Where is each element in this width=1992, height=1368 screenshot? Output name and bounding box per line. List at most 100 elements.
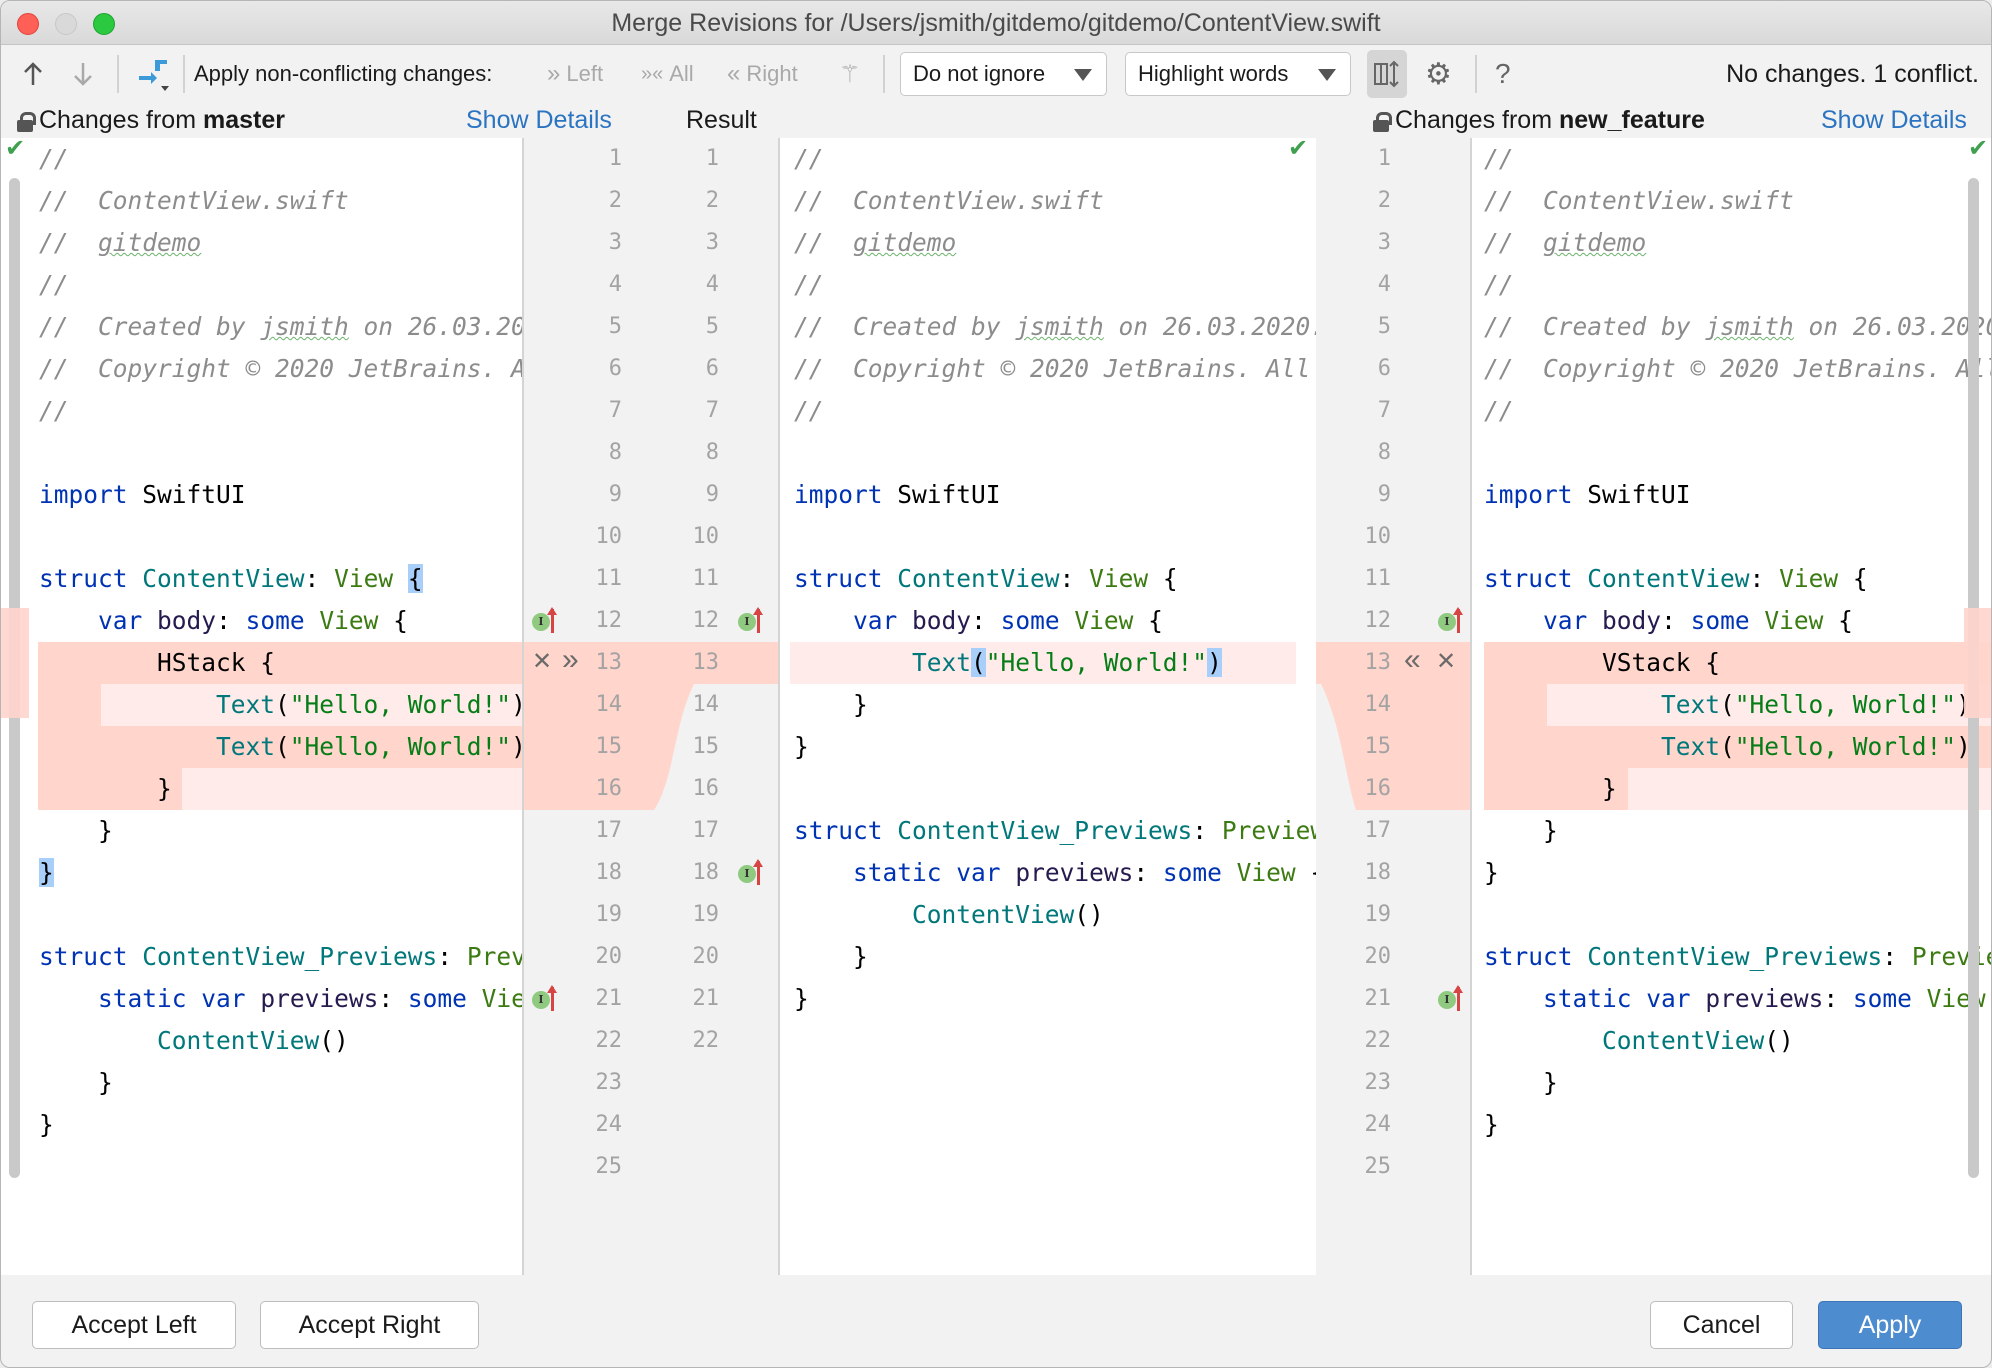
apply-left-change-icon[interactable]: »: [562, 643, 579, 677]
code-line: // Copyright © 2020 JetBrains. All right…: [794, 354, 1311, 383]
override-marker-icon[interactable]: I: [1438, 985, 1466, 1013]
result-line-number: 4: [705, 272, 719, 297]
zoom-window-button[interactable]: [93, 13, 115, 35]
conflict-connector: [524, 642, 778, 810]
accept-left-button[interactable]: Accept Left: [32, 1301, 236, 1349]
result-line-number: 12: [692, 608, 720, 633]
ignore-left-change-icon[interactable]: ✕: [532, 647, 552, 676]
code-line: // Copyright © 2020 JetBrains. All right…: [39, 354, 522, 383]
code-line: ContentView(): [157, 1026, 349, 1055]
apply-left-label: Left: [566, 61, 604, 86]
right-line-number: 7: [1377, 398, 1391, 423]
code-line: }: [794, 942, 868, 971]
left-show-details-link[interactable]: Show Details: [466, 103, 612, 137]
settings-button[interactable]: ⚙: [1425, 47, 1452, 101]
code-line: Text("Hello, World!"): [1661, 690, 1971, 719]
apply-right-button[interactable]: « Right: [727, 47, 798, 101]
result-line-number: 3: [705, 230, 719, 255]
code-line: //: [1484, 270, 1514, 299]
right-branch-name: new_feature: [1558, 105, 1705, 134]
code-line: VStack {: [1484, 648, 1721, 677]
accept-right-button[interactable]: Accept Right: [260, 1301, 479, 1349]
magic-resolve-icon: [139, 60, 169, 91]
code-line: // ContentView.swift: [1484, 186, 1794, 215]
result-line-number: 9: [705, 482, 719, 507]
code-line: Text("Hello, World!"): [216, 690, 522, 719]
left-header-prefix: Changes from: [39, 105, 203, 134]
cancel-button[interactable]: Cancel: [1650, 1301, 1793, 1349]
code-line: var body: some View {: [853, 606, 1163, 635]
left-line-number: 11: [595, 566, 623, 591]
code-line: import SwiftUI: [1484, 480, 1691, 509]
code-line: }: [39, 1068, 113, 1097]
code-line: }: [794, 732, 809, 761]
code-line: Text("Hello, World!"): [1661, 732, 1971, 761]
apply-right-change-icon[interactable]: «: [1404, 643, 1421, 677]
apply-button[interactable]: Apply: [1818, 1301, 1962, 1349]
left-line-number: 18: [595, 860, 623, 885]
code-line: // ContentView.swift: [39, 186, 349, 215]
left-line-number: 24: [595, 1112, 623, 1137]
conflict-connector: [1316, 642, 1470, 810]
code-line: }: [39, 858, 54, 887]
left-line-number: 25: [595, 1154, 623, 1179]
code-line: //: [794, 270, 824, 299]
override-marker-icon[interactable]: I: [738, 607, 766, 635]
code-line: struct ContentView_Previews: PreviewProv…: [39, 942, 522, 971]
result-line-number: 22: [692, 1028, 720, 1053]
resolve-automatically-button[interactable]: [133, 47, 173, 101]
override-marker-icon[interactable]: I: [738, 859, 766, 887]
left-line-number: 19: [595, 902, 623, 927]
override-marker-icon[interactable]: I: [532, 985, 560, 1013]
right-editor[interactable]: // // ContentView.swift // gitdemo // // Cre…: [1472, 138, 1991, 1275]
left-line-number: 14: [595, 692, 623, 717]
right-show-details-link[interactable]: Show Details: [1821, 103, 1967, 137]
apply-right-label: Right: [746, 61, 798, 86]
code-line: // gitdemo: [794, 228, 957, 257]
gear-icon: ⚙: [1425, 57, 1452, 91]
result-line-number: 19: [692, 902, 720, 927]
code-line: //: [39, 396, 69, 425]
code-line: //: [39, 144, 69, 173]
code-line: static var previews: some View {: [1543, 984, 1986, 1013]
no-conflicts-check-icon: ✔: [5, 138, 26, 162]
minimize-window-button[interactable]: [55, 13, 77, 35]
right-line-number: 9: [1377, 482, 1391, 507]
apply-all-button[interactable]: »« All: [641, 47, 694, 101]
result-line-number: 21: [692, 986, 720, 1011]
code-line: }: [1484, 816, 1558, 845]
right-line-number: 19: [1364, 902, 1392, 927]
left-line-number: 6: [608, 356, 622, 381]
left-line-number: 16: [595, 776, 623, 801]
result-line-number: 13: [692, 650, 720, 675]
help-button[interactable]: ?: [1495, 47, 1511, 101]
result-line-number: 17: [692, 818, 720, 843]
code-line: // ContentView.swift: [794, 186, 1104, 215]
code-line: static var previews: some View {: [853, 858, 1316, 887]
left-line-number: 2: [608, 188, 622, 213]
right-line-number: 4: [1377, 272, 1391, 297]
code-line: // Created by jsmith on 26.03.2020.: [794, 312, 1316, 341]
result-editor[interactable]: // // ContentView.swift // gitdemo // // Cre…: [780, 138, 1316, 1275]
ignore-whitespace-dropdown[interactable]: Do not ignore: [900, 52, 1107, 96]
highlight-mode-dropdown[interactable]: Highlight words: [1125, 52, 1351, 96]
sync-scroll-toggle[interactable]: [1367, 50, 1407, 98]
close-window-button[interactable]: [17, 13, 39, 35]
magic-wand-button[interactable]: ⚚: [839, 47, 861, 101]
right-line-number: 17: [1364, 818, 1392, 843]
ignore-right-change-icon[interactable]: ✕: [1436, 647, 1456, 676]
conflict-inner-highlight: [182, 768, 522, 810]
conflict-scroll-marker: [1, 608, 29, 718]
apply-left-button[interactable]: » Left: [547, 47, 603, 101]
left-branch-name: master: [202, 105, 285, 134]
override-marker-icon[interactable]: I: [532, 607, 560, 635]
previous-change-button[interactable]: [19, 47, 47, 101]
override-marker-icon[interactable]: I: [1438, 607, 1466, 635]
right-header-prefix: Changes from: [1395, 105, 1559, 134]
right-line-number: 21: [1364, 986, 1392, 1011]
right-line-number: 16: [1364, 776, 1392, 801]
code-line: var body: some View {: [1543, 606, 1853, 635]
left-editor[interactable]: // // ContentView.swift // gitdemo // // Cre…: [1, 138, 522, 1275]
window-title: Merge Revisions for /Users/jsmith/gitdem…: [611, 9, 1381, 37]
next-change-button[interactable]: [69, 47, 97, 101]
